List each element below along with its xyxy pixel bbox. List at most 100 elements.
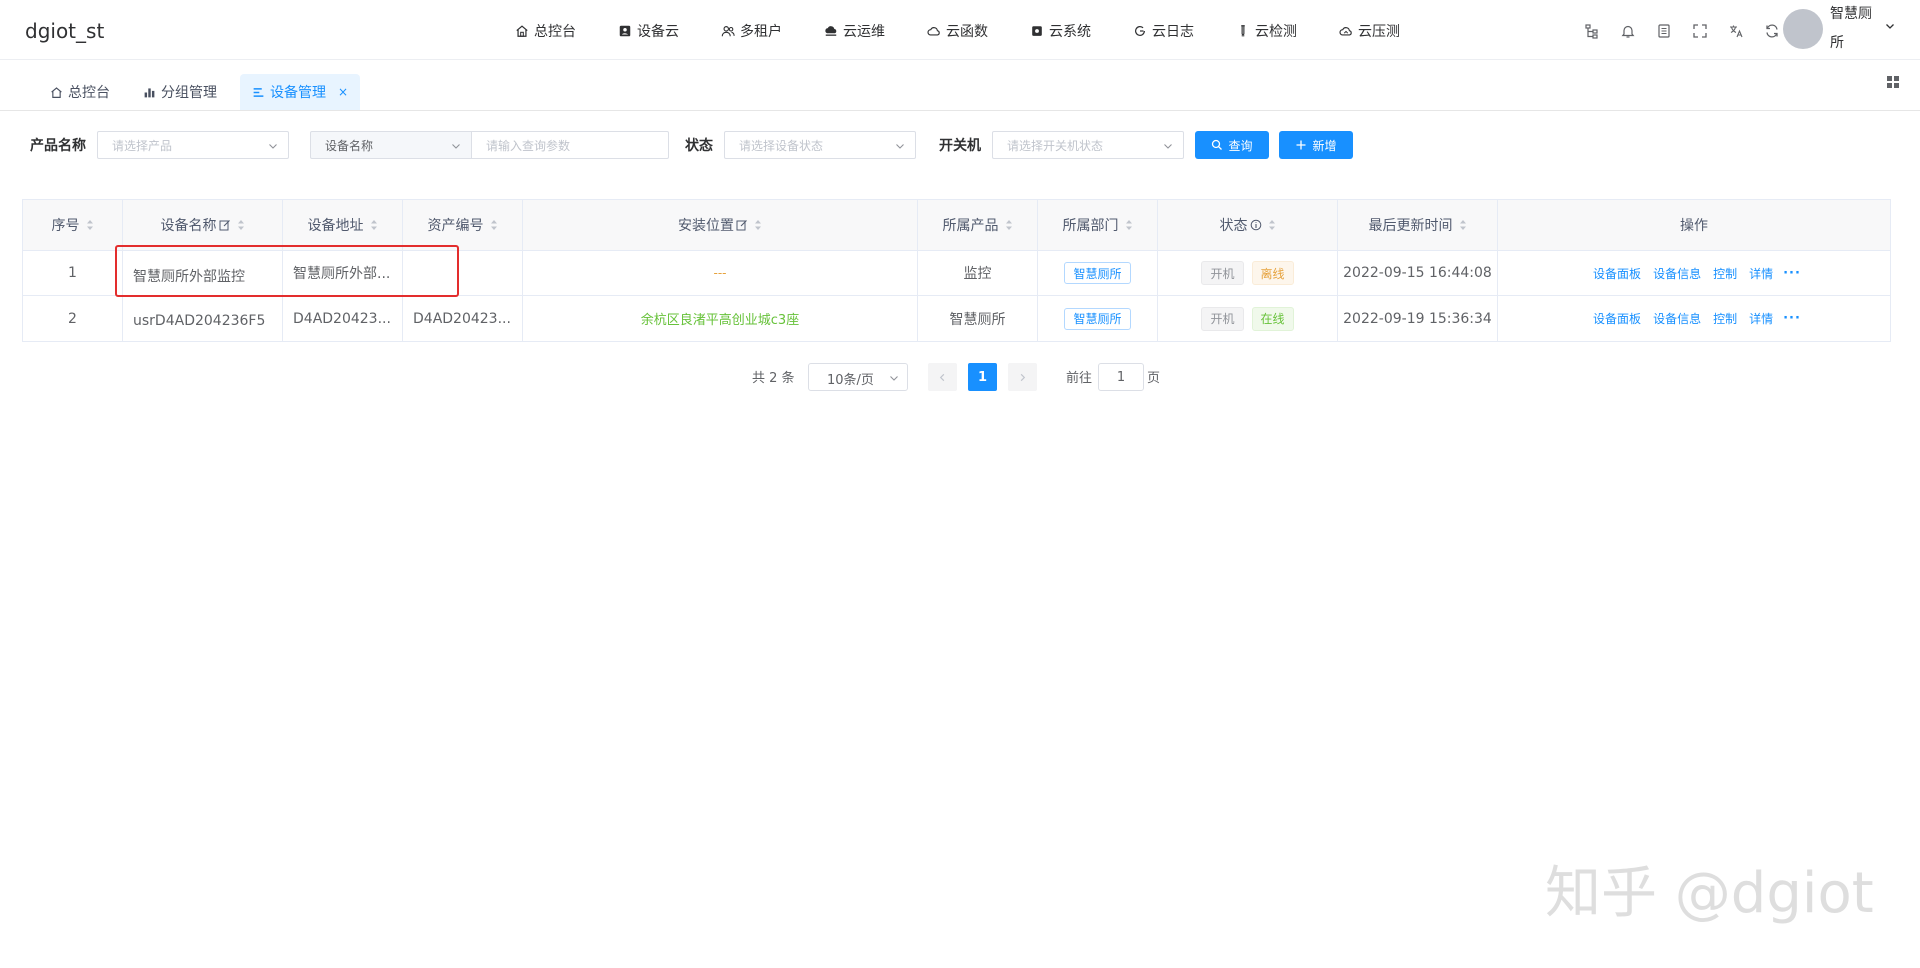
tab-group-management[interactable]: 分组管理	[131, 74, 229, 110]
top-menu: 总控台 设备云 多租户 云运维 云函数 云系统 云日志 云检测 云压测	[515, 20, 1442, 42]
search-button-label: 查询	[1228, 138, 1253, 153]
users-icon	[721, 24, 735, 38]
menu-item-label: 云函数	[946, 24, 988, 40]
sort-icon[interactable]	[370, 219, 378, 231]
bar-chart-icon	[144, 87, 155, 97]
chevron-down-icon	[890, 376, 898, 381]
add-button[interactable]: 新增	[1279, 131, 1353, 159]
more-icon[interactable]: ···	[1783, 266, 1801, 281]
sort-icon[interactable]	[1125, 219, 1133, 231]
sort-icon[interactable]	[754, 219, 762, 231]
online-status-badge: 在线	[1251, 306, 1294, 331]
device-table: 序号 设备名称 设备地址 资产编号 安装位置 所属产品 所属部门 状态 最后更新…	[22, 199, 1891, 342]
tab-label: 分组管理	[161, 85, 217, 101]
grid-icon[interactable]	[1885, 74, 1901, 90]
chevron-down-icon	[452, 144, 460, 149]
menu-item-cloud-stress[interactable]: 云压测	[1339, 20, 1400, 42]
menu-item-cloud-ops[interactable]: 云运维	[824, 20, 885, 42]
cell-last-update: 2022-09-19 15:36:34	[1338, 296, 1498, 341]
list-icon	[253, 87, 264, 97]
product-filter-label: 产品名称	[30, 138, 86, 154]
sort-icon[interactable]	[86, 219, 94, 231]
menu-item-cloud-test[interactable]: 云检测	[1236, 20, 1297, 42]
user-name[interactable]: 智慧厕所	[1830, 0, 1880, 58]
menu-item-device-cloud[interactable]: 设备云	[618, 20, 679, 42]
sort-icon[interactable]	[490, 219, 498, 231]
header-device-address[interactable]: 设备地址	[283, 200, 403, 250]
cell-install-location[interactable]: 余杭区良渚平高创业城c3座	[523, 296, 918, 341]
header-department[interactable]: 所属部门	[1038, 200, 1158, 250]
search-button[interactable]: 查询	[1195, 131, 1269, 159]
fullscreen-icon[interactable]	[1682, 20, 1718, 42]
menu-item-tenants[interactable]: 多租户	[721, 20, 782, 42]
app-title[interactable]: dgiot_st	[25, 19, 104, 43]
more-icon[interactable]: ···	[1783, 311, 1801, 326]
close-icon[interactable]: ×	[338, 85, 348, 99]
online-status-badge: 离线	[1251, 261, 1294, 285]
menu-item-label: 云日志	[1152, 24, 1194, 40]
header-status[interactable]: 状态	[1158, 200, 1338, 250]
chevron-down-icon	[269, 144, 277, 149]
power-select[interactable]: 请选择开关机状态	[992, 131, 1184, 159]
goto-page-input[interactable]: 1	[1098, 363, 1144, 391]
product-select[interactable]: 请选择产品	[97, 131, 289, 159]
department-tag[interactable]: 智慧厕所	[1064, 262, 1131, 284]
device-info-link[interactable]: 设备信息	[1653, 265, 1701, 282]
cell-install-location[interactable]: ---	[523, 251, 918, 295]
bell-icon[interactable]	[1610, 20, 1646, 42]
tab-console[interactable]: 总控台	[38, 74, 122, 110]
tags-view: 总控台 分组管理 设备管理 ×	[0, 61, 1920, 111]
menu-item-cloud-system[interactable]: 云系统	[1030, 20, 1091, 42]
control-link[interactable]: 控制	[1713, 265, 1737, 282]
header-asset-number[interactable]: 资产编号	[403, 200, 523, 250]
department-tag[interactable]: 智慧厕所	[1064, 307, 1131, 330]
prev-page-button[interactable]	[928, 363, 957, 391]
page-size-select[interactable]: 10条/页	[808, 363, 908, 391]
table-header: 序号 设备名称 设备地址 资产编号 安装位置 所属产品 所属部门 状态 最后更新…	[23, 200, 1890, 251]
query-input[interactable]: 请输入查询参数	[471, 131, 669, 159]
device-panel-link[interactable]: 设备面板	[1593, 265, 1641, 282]
tab-label: 设备管理	[270, 85, 326, 101]
pagination-total: 共 2 条	[752, 371, 795, 386]
page-number-1[interactable]: 1	[968, 363, 997, 391]
chevron-left-icon	[939, 373, 945, 381]
status-filter-label: 状态	[685, 138, 713, 154]
header-index[interactable]: 序号	[23, 200, 123, 250]
cell-device-name[interactable]: 智慧厕所外部监控	[123, 251, 283, 295]
header-last-update[interactable]: 最后更新时间	[1338, 200, 1498, 250]
sort-icon[interactable]	[1005, 219, 1013, 231]
cell-actions: 设备面板 设备信息 控制 详情 ···	[1498, 251, 1890, 295]
header-install-location[interactable]: 安装位置	[523, 200, 918, 250]
menu-item-cloud-log[interactable]: 云日志	[1133, 20, 1194, 42]
sort-icon[interactable]	[237, 219, 245, 231]
menu-item-console[interactable]: 总控台	[515, 20, 576, 42]
translate-icon[interactable]	[1718, 20, 1754, 42]
menu-item-label: 云检测	[1255, 24, 1297, 40]
search-field-select[interactable]: 设备名称	[310, 131, 472, 159]
header-device-name[interactable]: 设备名称	[123, 200, 283, 250]
edit-icon	[736, 220, 747, 231]
details-link[interactable]: 详情	[1749, 265, 1773, 282]
tree-icon[interactable]	[1574, 20, 1610, 42]
next-page-button[interactable]	[1008, 363, 1037, 391]
menu-item-cloud-function[interactable]: 云函数	[927, 20, 988, 42]
sort-icon[interactable]	[1268, 219, 1276, 231]
cell-product: 智慧厕所	[918, 296, 1038, 341]
cell-asset-number: D4AD20423...	[403, 296, 523, 341]
menu-item-label: 云运维	[843, 24, 885, 40]
device-panel-link[interactable]: 设备面板	[1593, 310, 1641, 327]
device-info-link[interactable]: 设备信息	[1653, 310, 1701, 327]
cell-device-name[interactable]: usrD4AD204236F5	[123, 296, 283, 341]
document-icon[interactable]	[1646, 20, 1682, 42]
chevron-down-icon[interactable]	[1884, 20, 1896, 32]
tab-device-management[interactable]: 设备管理 ×	[240, 74, 361, 110]
status-select[interactable]: 请选择设备状态	[724, 131, 916, 159]
table-row: 2 usrD4AD204236F5 D4AD20423... D4AD20423…	[23, 296, 1890, 341]
avatar[interactable]	[1783, 9, 1823, 49]
sort-icon[interactable]	[1459, 219, 1467, 231]
control-link[interactable]: 控制	[1713, 310, 1737, 327]
header-product[interactable]: 所属产品	[918, 200, 1038, 250]
test-tube-icon	[1236, 24, 1250, 38]
details-link[interactable]: 详情	[1749, 310, 1773, 327]
toolbar	[1574, 20, 1790, 42]
